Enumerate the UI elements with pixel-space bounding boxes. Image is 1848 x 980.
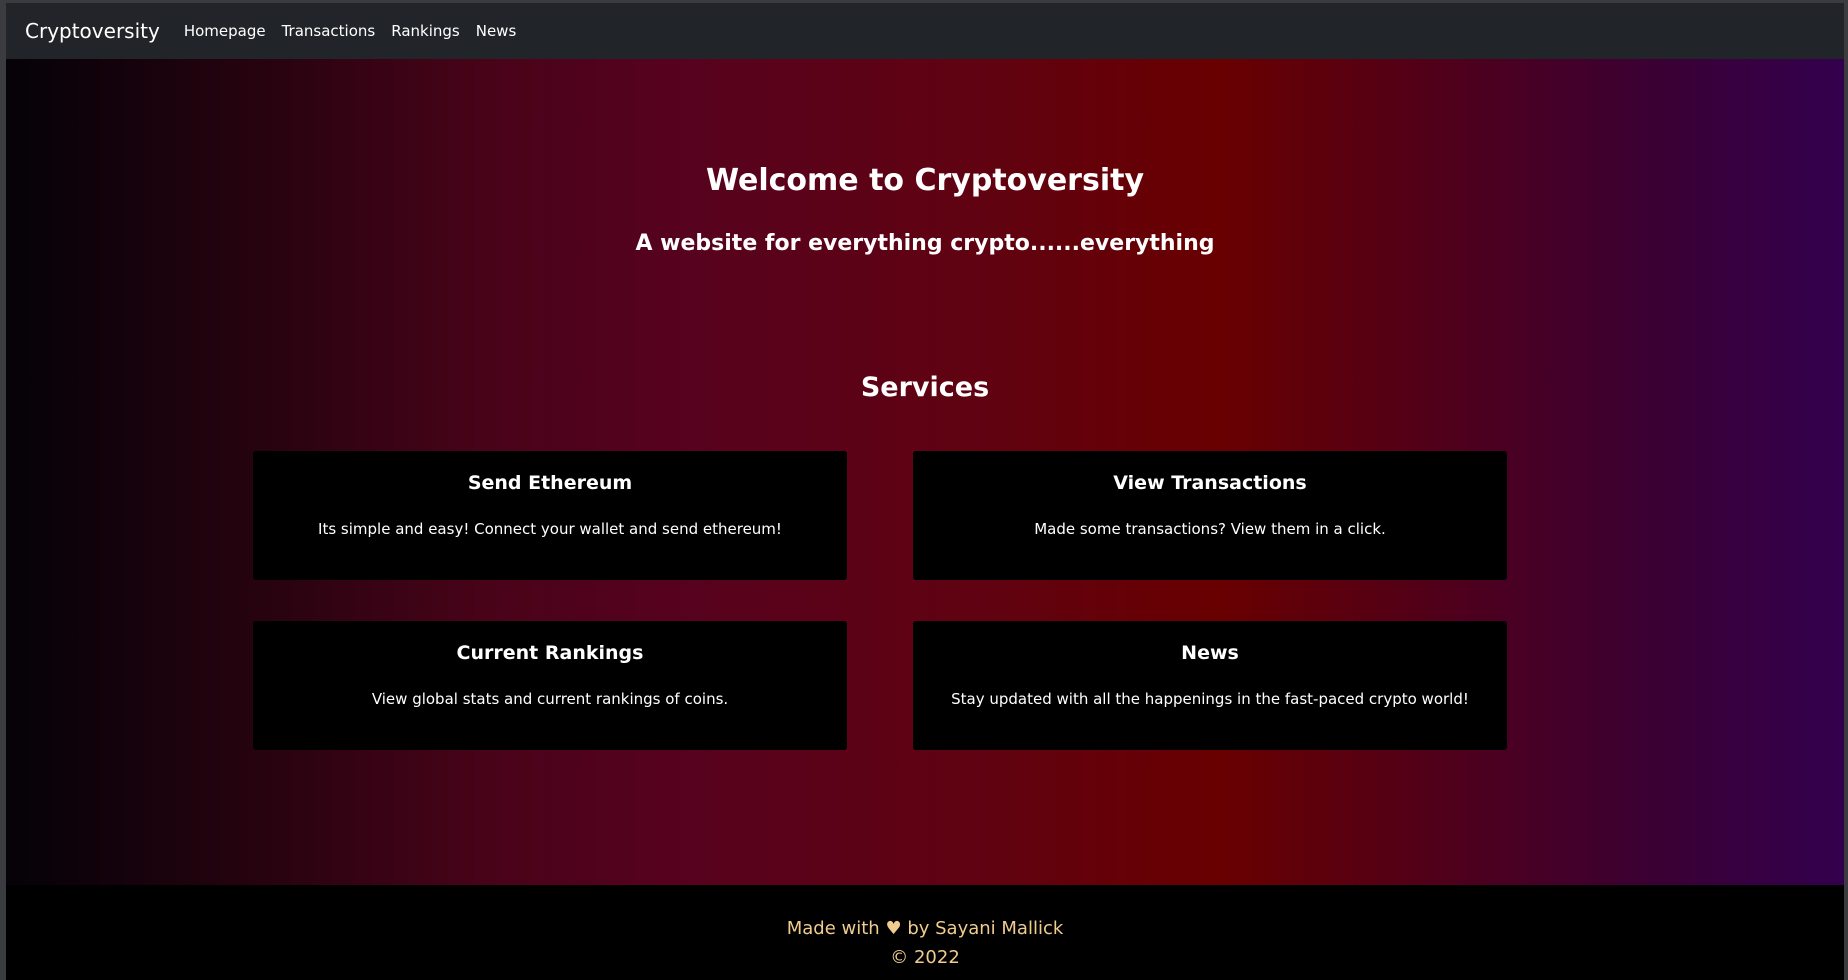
service-card-send-ethereum[interactable]: Send Ethereum Its simple and easy! Conne… xyxy=(253,451,847,580)
footer-copyright: © 2022 xyxy=(890,947,960,968)
card-text: View global stats and current rankings o… xyxy=(371,690,729,708)
top-navbar: Cryptoversity Homepage Transactions Rank… xyxy=(6,3,1844,59)
card-title: Current Rankings xyxy=(456,642,644,664)
card-text: Its simple and easy! Connect your wallet… xyxy=(318,520,782,538)
footer-author: by Sayani Mallick xyxy=(907,918,1064,939)
page-title: Welcome to Cryptoversity xyxy=(705,163,1145,198)
card-text: Stay updated with all the happenings in … xyxy=(951,690,1469,708)
card-title: View Transactions xyxy=(1113,472,1307,494)
nav-link-homepage[interactable]: Homepage xyxy=(184,22,266,40)
service-card-view-transactions[interactable]: View Transactions Made some transactions… xyxy=(913,451,1507,580)
service-card-news[interactable]: News Stay updated with all the happening… xyxy=(913,621,1507,750)
service-card-current-rankings[interactable]: Current Rankings View global stats and c… xyxy=(253,621,847,750)
hero-section: Welcome to Cryptoversity A website for e… xyxy=(6,59,1844,885)
brand-logo-link[interactable]: Cryptoversity xyxy=(25,19,160,43)
footer-credit: Made with ♥ by Sayani Mallick xyxy=(6,918,1844,939)
nav-link-news[interactable]: News xyxy=(476,22,517,40)
services-heading: Services xyxy=(860,372,990,403)
footer-made-with: Made with xyxy=(786,918,880,939)
card-title: Send Ethereum xyxy=(467,472,633,494)
nav-links: Homepage Transactions Rankings News xyxy=(184,22,532,40)
page-subtitle: A website for everything crypto......eve… xyxy=(635,231,1215,256)
card-title: News xyxy=(1181,642,1239,664)
browser-viewport: Cryptoversity Homepage Transactions Rank… xyxy=(6,3,1844,980)
heart-icon: ♥ xyxy=(885,918,902,939)
nav-link-transactions[interactable]: Transactions xyxy=(282,22,376,40)
page-footer: Made with ♥ by Sayani Mallick © 2022 xyxy=(6,885,1844,980)
nav-link-rankings[interactable]: Rankings xyxy=(391,22,460,40)
card-text: Made some transactions? View them in a c… xyxy=(1034,520,1386,538)
